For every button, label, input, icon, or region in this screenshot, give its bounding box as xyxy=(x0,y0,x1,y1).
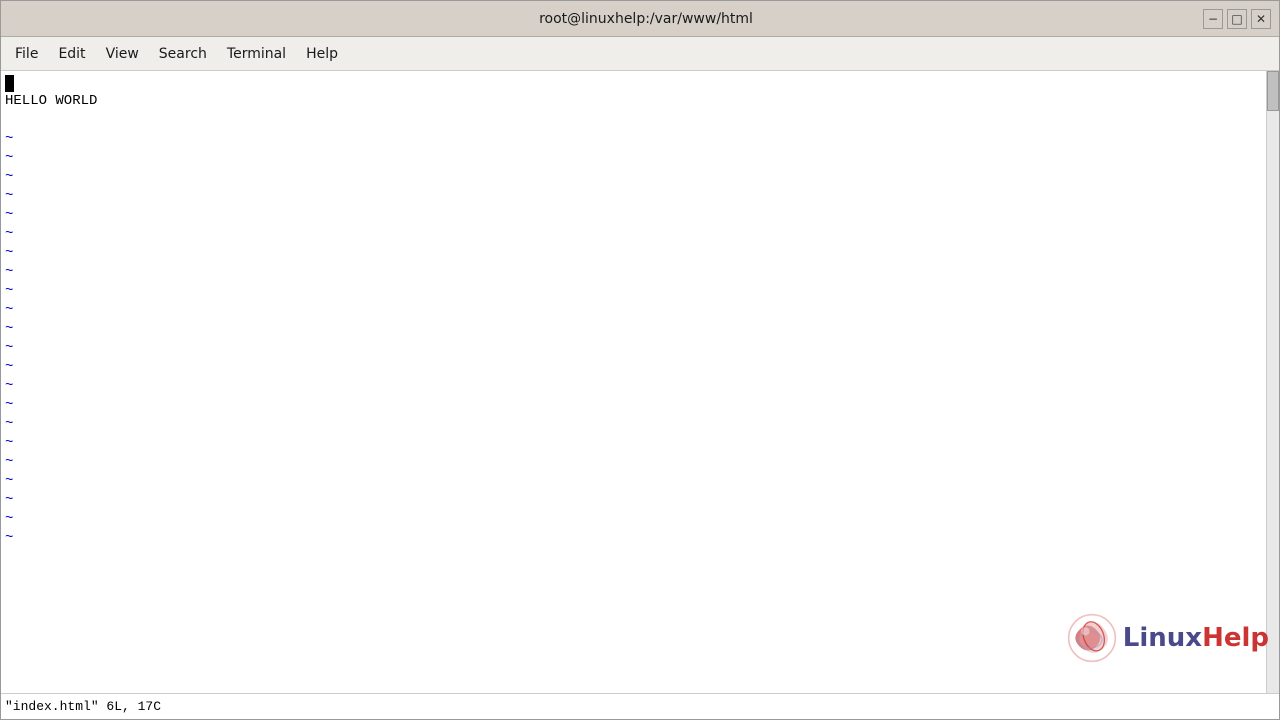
minimize-button[interactable]: − xyxy=(1203,9,1223,29)
tilde-2: ~ xyxy=(5,149,1275,168)
tilde-12: ~ xyxy=(5,339,1275,358)
tilde-20: ~ xyxy=(5,491,1275,510)
tilde-1: ~ xyxy=(5,130,1275,149)
tilde-5: ~ xyxy=(5,206,1275,225)
tilde-13: ~ xyxy=(5,358,1275,377)
terminal-window: root@linuxhelp:/var/www/html − □ ✕ File … xyxy=(0,0,1280,720)
window-title: root@linuxhelp:/var/www/html xyxy=(89,11,1203,27)
menu-search[interactable]: Search xyxy=(149,42,217,66)
tilde-4: ~ xyxy=(5,187,1275,206)
menu-terminal[interactable]: Terminal xyxy=(217,42,296,66)
tilde-22: ~ xyxy=(5,529,1275,548)
tilde-21: ~ xyxy=(5,510,1275,529)
editor-area[interactable]: HELLO WORLD ~ ~ ~ ~ ~ ~ ~ ~ ~ ~ ~ ~ ~ ~ … xyxy=(1,73,1279,691)
menu-help[interactable]: Help xyxy=(296,42,348,66)
empty-line xyxy=(5,111,1275,130)
tilde-8: ~ xyxy=(5,263,1275,282)
menu-edit[interactable]: Edit xyxy=(48,42,95,66)
tilde-3: ~ xyxy=(5,168,1275,187)
scrollbar[interactable] xyxy=(1266,71,1279,693)
tilde-6: ~ xyxy=(5,225,1275,244)
tilde-15: ~ xyxy=(5,396,1275,415)
cursor-line xyxy=(5,75,1275,92)
tilde-16: ~ xyxy=(5,415,1275,434)
maximize-button[interactable]: □ xyxy=(1227,9,1247,29)
tilde-18: ~ xyxy=(5,453,1275,472)
window-controls: − □ ✕ xyxy=(1203,9,1271,29)
title-bar: root@linuxhelp:/var/www/html − □ ✕ xyxy=(1,1,1279,37)
tilde-19: ~ xyxy=(5,472,1275,491)
tilde-9: ~ xyxy=(5,282,1275,301)
tilde-lines: ~ ~ ~ ~ ~ ~ ~ ~ ~ ~ ~ ~ ~ ~ ~ ~ ~ ~ ~ ~ xyxy=(5,130,1275,548)
menu-bar: File Edit View Search Terminal Help xyxy=(1,37,1279,71)
tilde-11: ~ xyxy=(5,320,1275,339)
content-line-1: HELLO WORLD xyxy=(5,92,1275,111)
tilde-7: ~ xyxy=(5,244,1275,263)
tilde-14: ~ xyxy=(5,377,1275,396)
menu-view[interactable]: View xyxy=(96,42,149,66)
close-button[interactable]: ✕ xyxy=(1251,9,1271,29)
menu-file[interactable]: File xyxy=(5,42,48,66)
status-bar: "index.html" 6L, 17C xyxy=(1,693,1279,719)
tilde-17: ~ xyxy=(5,434,1275,453)
tilde-10: ~ xyxy=(5,301,1275,320)
scrollbar-thumb[interactable] xyxy=(1267,71,1279,111)
terminal-content[interactable]: HELLO WORLD ~ ~ ~ ~ ~ ~ ~ ~ ~ ~ ~ ~ ~ ~ … xyxy=(1,71,1279,693)
status-text: "index.html" 6L, 17C xyxy=(5,699,161,714)
text-cursor xyxy=(5,75,14,92)
